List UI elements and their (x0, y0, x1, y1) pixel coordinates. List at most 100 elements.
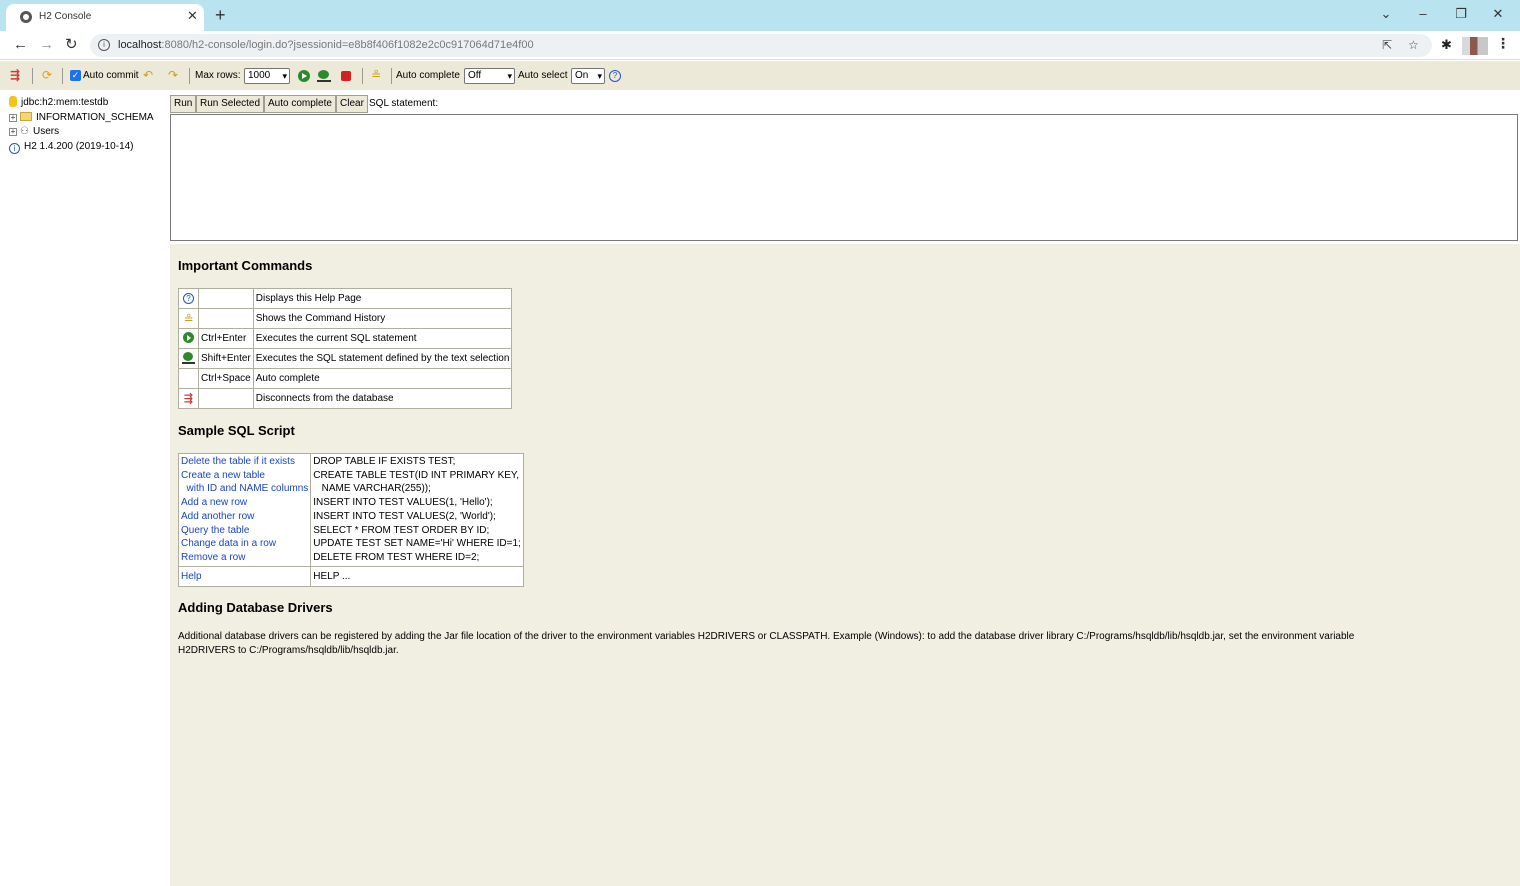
important-commands-heading: Important Commands (178, 258, 313, 273)
clear-button[interactable]: Clear (336, 95, 368, 113)
run-selected-button[interactable]: Run Selected (196, 95, 265, 113)
important-commands-table: ? Displays this Help Page ≗ Shows the Co… (178, 288, 513, 409)
url-field[interactable]: i localhost:8080/h2-console/login.do?jse… (90, 34, 1432, 57)
new-tab-icon[interactable]: + (215, 5, 226, 25)
disconnect-icon[interactable]: ⇶ (10, 68, 20, 82)
sample-link[interactable]: with ID and NAME columns (181, 482, 309, 496)
address-bar: ← → ↻ i localhost:8080/h2-console/login.… (0, 31, 1520, 60)
toolbar-separator (32, 68, 33, 84)
chevron-down-icon: ▾ (282, 71, 287, 81)
history-icon[interactable]: ≗ (183, 312, 193, 326)
reload-icon[interactable]: ↻ (65, 36, 78, 54)
sql-line: DELETE FROM TEST WHERE ID=2; (313, 551, 480, 563)
sample-sql-table: Delete the table if it exists Create a n… (177, 453, 524, 588)
command-key: Ctrl+Space (198, 368, 254, 389)
auto-select-value: On (575, 70, 589, 81)
restore-icon[interactable]: ❐ (1451, 5, 1471, 23)
tree-version: i H2 1.4.200 (2019-10-14) (9, 140, 134, 154)
minimize-icon[interactable]: – (1413, 5, 1433, 23)
auto-complete-select[interactable]: Off ▾ (464, 68, 515, 84)
tree-connection[interactable]: jdbc:h2:mem:testdb (9, 96, 108, 110)
sql-line: UPDATE TEST SET NAME='Hi' WHERE ID=1; (313, 538, 521, 550)
schema-label: INFORMATION_SCHEMA (36, 112, 154, 123)
sample-link[interactable]: Change data in a row (181, 537, 308, 551)
commit-icon[interactable]: ↷ (168, 68, 178, 82)
max-rows-select[interactable]: 1000 ▾ (244, 68, 290, 84)
toolbar-separator (391, 68, 392, 84)
auto-commit-checkbox[interactable]: ✓ (70, 70, 81, 81)
extensions-puzzle-icon[interactable]: ✱ (1441, 37, 1452, 53)
run-icon[interactable] (183, 332, 194, 343)
command-row: ⇶ Disconnects from the database (178, 388, 513, 409)
auto-complete-button[interactable]: Auto complete (264, 95, 336, 113)
cancel-icon[interactable] (341, 71, 351, 81)
sql-line: NAME VARCHAR(255)); (313, 483, 431, 495)
sample-link[interactable]: Query the table (181, 524, 308, 538)
command-icon-cell: ⇶ (178, 388, 199, 409)
sample-link[interactable]: Remove a row (181, 551, 308, 565)
chevron-down-icon: ▾ (597, 71, 602, 81)
browser-menu-icon[interactable]: ⋮ (1496, 35, 1510, 52)
run-button[interactable]: Run (170, 95, 197, 113)
help-link[interactable]: Help (181, 570, 308, 584)
forward-icon[interactable]: → (39, 36, 54, 54)
sample-link[interactable]: Delete the table if it exists (181, 455, 308, 469)
command-row: Ctrl+Enter Executes the current SQL stat… (178, 328, 513, 349)
schema-tree: jdbc:h2:mem:testdb + INFORMATION_SCHEMA +… (0, 90, 170, 886)
sample-row: Delete the table if it exists Create a n… (177, 453, 524, 567)
database-icon (9, 96, 17, 107)
tree-users[interactable]: + ⚇ Users (9, 125, 59, 139)
sample-link[interactable]: Add another row (181, 510, 308, 524)
auto-select-select[interactable]: On ▾ (571, 68, 605, 84)
run-selected-icon[interactable] (182, 351, 195, 364)
sample-links-cell: Help (177, 565, 312, 588)
site-info-icon[interactable]: i (98, 39, 110, 51)
toolbar-separator (189, 68, 190, 84)
drivers-paragraph: Additional database drivers can be regis… (178, 631, 1355, 656)
disconnect-icon[interactable]: ⇶ (184, 393, 193, 405)
sample-sql-heading: Sample SQL Script (178, 423, 295, 438)
sql-line: CREATE TABLE TEST(ID INT PRIMARY KEY, (313, 469, 520, 481)
tab-title: H2 Console (39, 11, 92, 22)
url-path: :8080/h2-console/login.do?jsessionid=e8b… (161, 39, 534, 51)
toolbar-separator (62, 68, 63, 84)
command-icon-cell (178, 348, 199, 369)
help-icon[interactable]: ? (183, 293, 194, 304)
command-key: Shift+Enter (198, 348, 254, 369)
run-selected-icon[interactable] (317, 70, 331, 82)
browser-tab[interactable]: H2 Console ✕ (6, 4, 204, 31)
command-desc: Shows the Command History (252, 308, 513, 329)
rollback-icon[interactable]: ↶ (143, 68, 153, 82)
sql-editor[interactable] (170, 114, 1518, 241)
chevron-down-icon: ▾ (507, 71, 512, 81)
auto-commit-label: Auto commit (83, 70, 139, 81)
expand-icon[interactable]: + (9, 114, 17, 122)
url-text[interactable]: localhost:8080/h2-console/login.do?jsess… (118, 39, 534, 51)
max-rows-label: Max rows: (195, 70, 241, 81)
command-desc: Executes the current SQL statement (252, 328, 513, 349)
window-close-icon[interactable]: ✕ (1488, 5, 1508, 23)
sample-link[interactable]: Create a new table (181, 469, 308, 483)
command-icon-cell: ≗ (178, 308, 199, 329)
version-label: H2 1.4.200 (2019-10-14) (24, 141, 134, 152)
history-icon[interactable]: ≗ (371, 68, 381, 82)
profile-avatar[interactable] (1462, 37, 1488, 55)
command-desc: Displays this Help Page (252, 288, 513, 309)
tab-search-chevron-icon[interactable]: ⌄ (1376, 5, 1396, 23)
expand-icon[interactable]: + (9, 128, 17, 136)
tree-schema[interactable]: + INFORMATION_SCHEMA (9, 111, 154, 125)
command-desc: Auto complete (252, 368, 513, 389)
sql-line: DROP TABLE IF EXISTS TEST; (313, 456, 456, 467)
refresh-icon[interactable]: ⟳ (42, 68, 52, 82)
bookmark-star-icon[interactable]: ☆ (1408, 38, 1419, 52)
back-icon[interactable]: ← (13, 36, 28, 54)
sample-link[interactable]: Add a new row (181, 496, 308, 510)
share-icon[interactable]: ⇱ (1382, 38, 1392, 52)
run-icon[interactable] (298, 70, 310, 82)
sql-line: SELECT * FROM TEST ORDER BY ID; (313, 524, 490, 536)
close-tab-icon[interactable]: ✕ (187, 8, 198, 24)
result-panel: Important Commands ? Displays this Help … (170, 244, 1520, 886)
help-icon[interactable]: ? (609, 70, 621, 82)
command-row: ≗ Shows the Command History (178, 308, 513, 329)
command-key (198, 308, 254, 329)
